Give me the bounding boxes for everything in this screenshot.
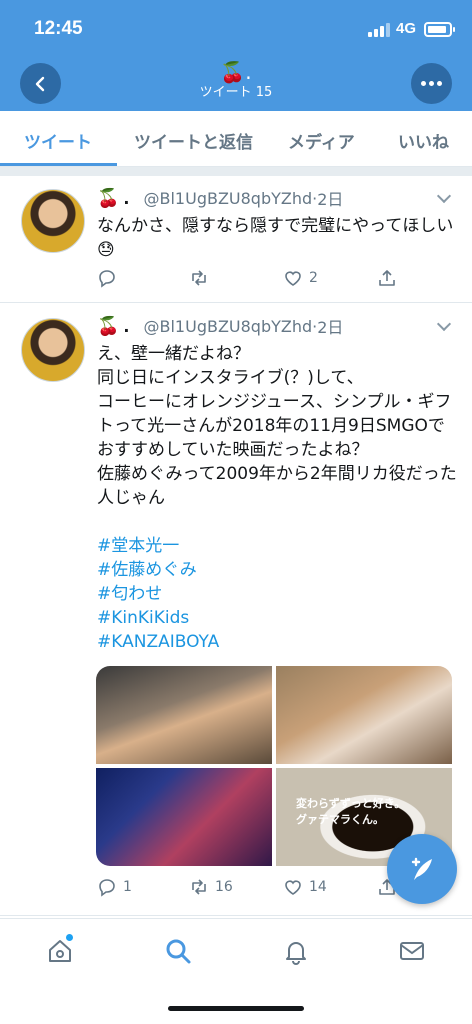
dot-icon	[429, 81, 434, 86]
share-icon	[379, 270, 395, 286]
battery-icon	[424, 22, 455, 37]
media-photo[interactable]	[276, 666, 452, 764]
tweet-item[interactable]: 🍒 . @Bl1UgBZU8qbYZhd · 2日 なんかさ、隠すなら隠すで完璧…	[0, 176, 472, 303]
status-time: 12:45	[34, 18, 83, 39]
like-button[interactable]: 14	[283, 877, 327, 897]
dot-icon	[421, 81, 426, 86]
tab-media[interactable]: メディア	[288, 128, 355, 153]
like-count: 2	[309, 270, 318, 286]
hashtag-link[interactable]: #堂本光一	[97, 534, 219, 558]
home-icon	[49, 940, 71, 962]
retweet-button[interactable]	[189, 268, 215, 288]
hashtag-link[interactable]: #佐藤めぐみ	[97, 558, 219, 582]
tweet-text: なんかさ、隠すなら隠すで完璧にやってほしい😓	[97, 216, 454, 260]
tweet-time: 2日	[317, 190, 344, 209]
like-button[interactable]: 2	[283, 268, 318, 288]
nav-home[interactable]	[46, 934, 76, 967]
tab-tweets[interactable]: ツイート	[24, 128, 92, 153]
reply-button[interactable]	[97, 268, 123, 288]
nav-notifications[interactable]	[282, 937, 312, 967]
header-title: 🍒. ツイート 15	[166, 60, 306, 102]
media-grid: 変わらずずっと好き。 グァテマラくん。	[96, 666, 452, 866]
tweet-time: 2日	[317, 318, 344, 337]
nav-search[interactable]	[164, 937, 194, 967]
share-button[interactable]	[377, 268, 397, 288]
mail-icon	[400, 942, 424, 960]
like-count: 14	[309, 879, 327, 895]
signal-icon	[368, 23, 390, 37]
tab-tweets-and-replies[interactable]: ツイートと返信	[134, 128, 253, 153]
profile-tabs: ツイート ツイートと返信 メディア いいね	[0, 111, 472, 167]
user-handle: @Bl1UgBZU8qbYZhd	[143, 188, 313, 208]
heart-icon	[285, 271, 301, 286]
reply-icon	[99, 879, 115, 897]
home-indicator	[168, 1006, 304, 1011]
tweet-header: 🍒 . @Bl1UgBZU8qbYZhd · 2日	[97, 314, 343, 338]
avatar[interactable]	[21, 318, 85, 382]
bell-icon	[286, 942, 306, 965]
tab-likes[interactable]: いいね	[398, 128, 449, 153]
tweet-actions: 1 16 14	[97, 877, 427, 899]
notification-dot	[66, 934, 73, 941]
display-name: .	[123, 188, 130, 208]
network-label: 4G	[396, 20, 417, 37]
media-caption: 変わらずずっと好き。 グァテマラくん。	[296, 797, 406, 826]
compose-tweet-button[interactable]	[387, 834, 457, 904]
retweet-icon	[192, 270, 206, 286]
media-photo[interactable]	[96, 666, 272, 764]
hashtag-link[interactable]: #匂わせ	[97, 582, 219, 606]
back-button[interactable]	[20, 63, 61, 104]
active-tab-indicator	[0, 163, 117, 166]
section-divider	[0, 167, 472, 176]
reply-icon	[99, 270, 115, 288]
retweet-count: 16	[215, 879, 233, 895]
tweet-text: え、壁一緒だよね？ 同じ日にインスタライブ(？)して、 コーヒーにオレンジジュー…	[97, 344, 457, 508]
compose-feather-icon	[411, 857, 432, 880]
hashtag-link[interactable]: #KANZAIBOYA	[97, 630, 219, 654]
search-icon	[166, 939, 191, 964]
reply-count: 1	[123, 879, 132, 895]
back-arrow-icon	[35, 76, 44, 91]
chevron-down-icon[interactable]	[437, 319, 449, 331]
reply-button[interactable]: 1	[97, 877, 132, 897]
cherry-emoji: 🍒	[97, 187, 120, 209]
title-text: ツイート 15	[199, 85, 273, 100]
user-handle: @Bl1UgBZU8qbYZhd	[143, 316, 313, 336]
nav-messages[interactable]	[398, 937, 428, 967]
title-emoji: 🍒.	[220, 60, 252, 84]
more-options-button[interactable]	[411, 63, 452, 104]
hashtag-link[interactable]: #KinKiKids	[97, 606, 219, 630]
tweet-header: 🍒 . @Bl1UgBZU8qbYZhd · 2日	[97, 186, 343, 210]
cherry-emoji: 🍒	[97, 315, 120, 337]
media-photo[interactable]	[96, 768, 272, 866]
top-header: 12:45 4G 🍒. ツイート 15	[0, 0, 472, 111]
dot-icon	[437, 81, 442, 86]
hashtag-list: #堂本光一 #佐藤めぐみ #匂わせ #KinKiKids #KANZAIBOYA	[97, 534, 219, 654]
heart-icon	[285, 880, 301, 895]
avatar[interactable]	[21, 189, 85, 253]
display-name: .	[123, 316, 130, 336]
retweet-icon	[192, 879, 206, 895]
tweet-actions: 2	[97, 268, 427, 290]
retweet-button[interactable]: 16	[189, 877, 233, 897]
chevron-down-icon[interactable]	[437, 191, 449, 203]
status-bar: 12:45 4G	[0, 0, 472, 56]
